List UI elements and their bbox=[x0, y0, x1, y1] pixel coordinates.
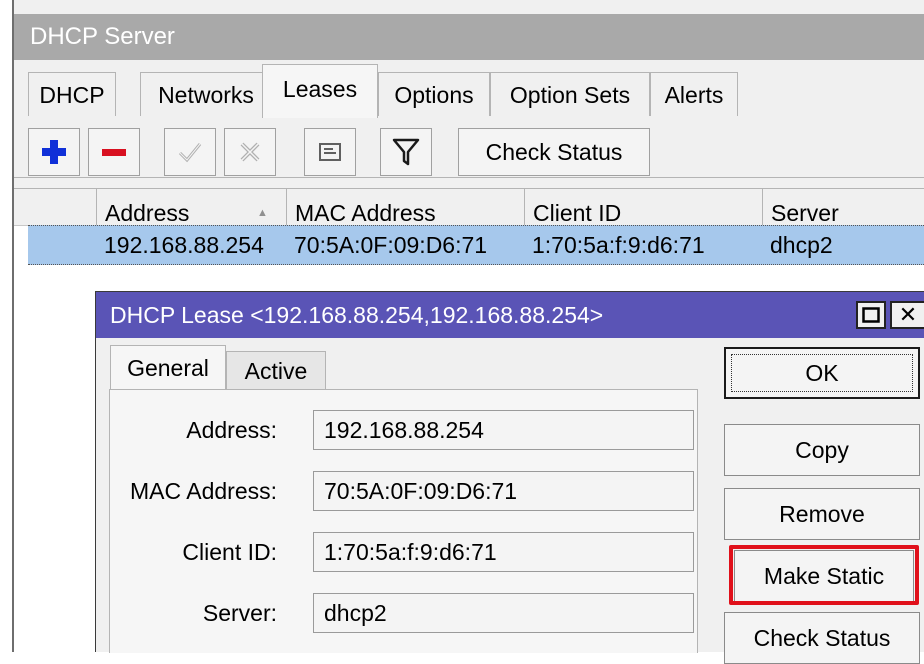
tab-networks[interactable]: Networks bbox=[140, 72, 272, 116]
column-header-mac-address[interactable]: MAC Address bbox=[286, 189, 524, 226]
dhcp-lease-dialog: DHCP Lease <192.168.88.254,192.168.88.25… bbox=[95, 291, 924, 664]
comment-button[interactable] bbox=[304, 128, 356, 176]
maximize-button[interactable] bbox=[856, 301, 886, 329]
check-icon bbox=[178, 143, 202, 163]
filter-button[interactable] bbox=[380, 128, 432, 176]
window-title: DHCP Server bbox=[14, 14, 924, 60]
tab-dhcp[interactable]: DHCP bbox=[28, 72, 116, 116]
tab-general[interactable]: General bbox=[110, 345, 226, 390]
address-label: Address: bbox=[186, 417, 277, 443]
filter-icon bbox=[392, 138, 420, 166]
minus-icon bbox=[102, 149, 126, 156]
close-button[interactable]: ✕ bbox=[890, 301, 924, 329]
address-field[interactable]: 192.168.88.254 bbox=[313, 410, 694, 450]
column-header-address[interactable]: Address ▲ bbox=[96, 189, 286, 226]
maximize-icon bbox=[862, 307, 880, 323]
focus-outline bbox=[731, 354, 913, 392]
disable-button[interactable] bbox=[224, 128, 276, 176]
ok-button[interactable]: OK bbox=[724, 347, 920, 399]
check-status-dialog-button[interactable]: Check Status bbox=[724, 612, 920, 664]
highlight-box bbox=[729, 545, 919, 605]
column-header-server[interactable]: Server bbox=[762, 189, 924, 226]
general-panel: Address: 192.168.88.254 MAC Address: 70:… bbox=[109, 389, 698, 653]
tab-alerts[interactable]: Alerts bbox=[650, 72, 738, 116]
client-id-field[interactable]: 1:70:5a:f:9:d6:71 bbox=[313, 532, 694, 572]
cross-icon bbox=[240, 142, 260, 162]
plus-icon bbox=[42, 140, 66, 164]
dialog-title: DHCP Lease <192.168.88.254,192.168.88.25… bbox=[96, 292, 924, 338]
enable-button[interactable] bbox=[164, 128, 216, 176]
mac-address-label: MAC Address: bbox=[130, 478, 277, 504]
note-icon bbox=[319, 143, 341, 161]
column-label-address: Address bbox=[105, 200, 190, 226]
tab-leases[interactable]: Leases bbox=[262, 64, 378, 118]
close-icon: ✕ bbox=[898, 302, 918, 327]
remove-lease-button[interactable]: Remove bbox=[724, 488, 920, 540]
toolbar: Check Status bbox=[14, 118, 924, 188]
cell-address: 192.168.88.254 bbox=[104, 232, 264, 258]
remove-button[interactable] bbox=[88, 128, 140, 176]
copy-button[interactable]: Copy bbox=[724, 424, 920, 476]
mac-address-field[interactable]: 70:5A:0F:09:D6:71 bbox=[313, 471, 694, 511]
server-label: Server: bbox=[202, 600, 277, 626]
tab-options[interactable]: Options bbox=[378, 72, 490, 116]
tab-option-sets[interactable]: Option Sets bbox=[490, 72, 650, 116]
cell-server: dhcp2 bbox=[770, 232, 833, 258]
client-id-label: Client ID: bbox=[182, 539, 277, 565]
server-field[interactable]: dhcp2 bbox=[313, 593, 694, 633]
cell-client-id: 1:70:5a:f:9:d6:71 bbox=[532, 232, 705, 258]
main-tabs: DHCP Networks Leases Options Option Sets… bbox=[14, 60, 924, 178]
tab-active[interactable]: Active bbox=[226, 351, 326, 389]
column-header-client-id[interactable]: Client ID bbox=[524, 189, 762, 226]
cell-mac-address: 70:5A:0F:09:D6:71 bbox=[294, 232, 488, 258]
add-button[interactable] bbox=[28, 128, 80, 176]
check-status-button[interactable]: Check Status bbox=[458, 128, 650, 176]
table-header: Address ▲ MAC Address Client ID Server bbox=[14, 189, 924, 226]
